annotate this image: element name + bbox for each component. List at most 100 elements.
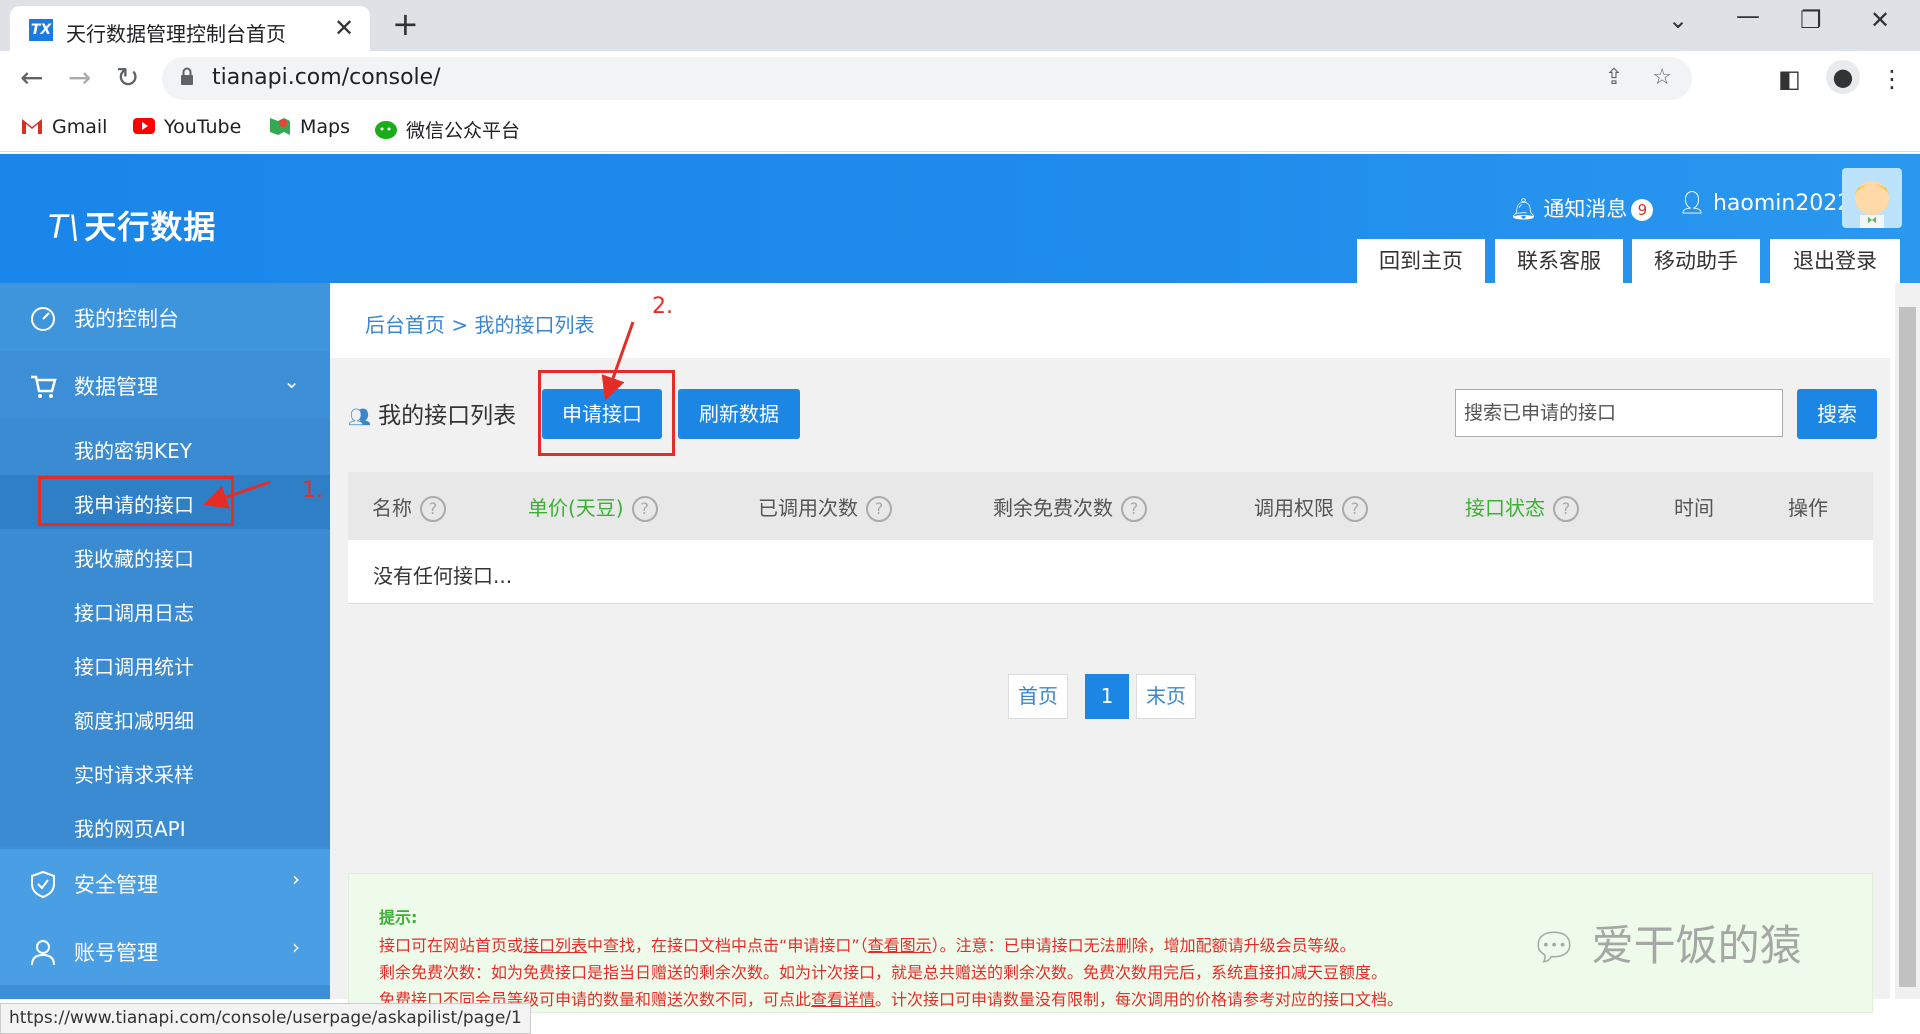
pagination-last[interactable]: 末页 bbox=[1136, 674, 1196, 719]
user-outline-icon bbox=[31, 940, 55, 966]
bookmark-star-icon[interactable]: ☆ bbox=[1652, 65, 1672, 90]
side-panel-icon[interactable]: ◧ bbox=[1778, 65, 1801, 93]
empty-table-message: 没有任何接口... bbox=[373, 564, 513, 588]
table-row: 没有任何接口... bbox=[348, 540, 1873, 604]
api-list-link[interactable]: 接口列表 bbox=[523, 936, 587, 955]
site-logo[interactable]: T\ 天行数据 bbox=[48, 202, 216, 248]
logout-button[interactable]: 退出登录 bbox=[1770, 239, 1900, 283]
sidebar-subitem-call-stats[interactable]: 接口调用统计 bbox=[0, 637, 330, 691]
minimize-icon[interactable]: — bbox=[1736, 2, 1760, 30]
restore-icon[interactable]: ❐ bbox=[1800, 6, 1822, 34]
profile-icon[interactable]: ● bbox=[1826, 60, 1860, 94]
tianapi-favicon-icon: TX bbox=[29, 19, 53, 41]
breadcrumb-bar: 后台首页 > 我的接口列表 bbox=[330, 283, 1890, 358]
tips-line-3: 免费接口不同会员等级可申请的数量和赠送次数不同，可点此查看详情。计次接口可申请数… bbox=[379, 986, 1403, 1010]
site-header: T\ 天行数据 🔔︎ 通知消息 9 👤︎ haomin2022 回到主页 联系客服 … bbox=[0, 154, 1920, 283]
help-icon[interactable]: ? bbox=[1342, 496, 1368, 522]
sidebar-subitem-api-key[interactable]: 我的密钥KEY bbox=[0, 421, 330, 475]
back-icon[interactable]: ← bbox=[20, 61, 43, 94]
window-close-icon[interactable]: ✕ bbox=[1870, 6, 1890, 34]
breadcrumb-home-link[interactable]: 后台首页 bbox=[365, 313, 445, 337]
sidebar-subitem-request-sampling[interactable]: 实时请求采样 bbox=[0, 745, 330, 799]
help-icon[interactable]: ? bbox=[866, 496, 892, 522]
pagination-page-1[interactable]: 1 bbox=[1085, 674, 1129, 719]
forward-icon[interactable]: → bbox=[68, 61, 91, 94]
bookmark-youtube[interactable]: YouTube bbox=[132, 116, 241, 138]
bookmark-gmail[interactable]: Gmail bbox=[20, 116, 107, 138]
bookmark-label: Gmail bbox=[52, 116, 108, 138]
sidebar-item-label: 安全管理 bbox=[74, 873, 158, 897]
help-icon[interactable]: ? bbox=[631, 496, 658, 522]
column-header-permission: 调用权限? bbox=[1254, 492, 1368, 522]
search-applied-apis-input[interactable] bbox=[1455, 389, 1783, 437]
menu-kebab-icon[interactable]: ⋮ bbox=[1880, 65, 1904, 93]
bookmark-maps[interactable]: Maps bbox=[268, 116, 350, 138]
browser-tab-strip: TX 天行数据管理控制台首页 ✕ + ⌄ — ❐ ✕ bbox=[0, 0, 1920, 51]
sidebar-item-data-management[interactable]: 数据管理 ⌄ bbox=[0, 351, 330, 419]
sidebar-subitem-web-api[interactable]: 我的网页API bbox=[0, 799, 330, 853]
logo-text: 天行数据 bbox=[84, 208, 217, 246]
column-label: 操作 bbox=[1788, 496, 1828, 520]
tips-text: 剩余免费次数：如为免费接口是指当日赠送的剩余次数。如为计次接口，就是总共赠送的剩… bbox=[379, 963, 1388, 982]
column-header-free-remaining: 剩余免费次数? bbox=[993, 492, 1147, 522]
share-icon[interactable]: ⇪ bbox=[1605, 65, 1623, 90]
tips-title: 提示: bbox=[379, 908, 418, 927]
column-header-name: 名称? bbox=[372, 492, 446, 522]
address-bar[interactable]: tianapi.com/console/ ⇪ ☆ bbox=[162, 57, 1692, 100]
tips-line-2: 剩余免费次数：如为免费接口是指当日赠送的剩余次数。如为计次接口，就是总共赠送的剩… bbox=[379, 959, 1387, 983]
sidebar-subitem-label: 我收藏的接口 bbox=[74, 547, 194, 571]
sidebar-subitem-quota-details[interactable]: 额度扣减明细 bbox=[0, 691, 330, 745]
sidebar-subitem-label: 我的密钥KEY bbox=[74, 439, 192, 463]
sidebar-item-label: 账号管理 bbox=[74, 941, 158, 965]
avatar-image bbox=[1855, 181, 1889, 228]
reload-icon[interactable]: ↻ bbox=[116, 61, 139, 94]
sidebar-subitem-favorite-apis[interactable]: 我收藏的接口 bbox=[0, 529, 330, 583]
refresh-data-button[interactable]: 刷新数据 bbox=[678, 389, 800, 439]
mobile-assistant-button[interactable]: 移动助手 bbox=[1632, 239, 1760, 283]
pagination-first[interactable]: 首页 bbox=[1008, 674, 1068, 719]
bookmark-wechat[interactable]: 微信公众平台 bbox=[374, 116, 520, 143]
view-details-link[interactable]: 查看详情 bbox=[811, 990, 875, 1009]
column-header-time: 时间 bbox=[1674, 492, 1714, 521]
annotation-box-apply bbox=[538, 370, 675, 456]
view-illustration-link[interactable]: 查看图示 bbox=[868, 936, 932, 955]
sidebar-subitem-label: 额度扣减明细 bbox=[74, 709, 194, 733]
sidebar-item-security[interactable]: 安全管理 › bbox=[0, 849, 330, 917]
column-label: 调用权限 bbox=[1254, 496, 1334, 520]
user-menu[interactable]: 👤︎ haomin2022 bbox=[1678, 191, 1851, 216]
help-icon[interactable]: ? bbox=[1121, 496, 1147, 522]
annotation-step-1: 1. bbox=[302, 478, 323, 503]
url-text: tianapi.com/console/ bbox=[212, 65, 441, 90]
tips-text: 。计次接口可申请数量没有限制，每次调用的价格请参考对应的接口文档。 bbox=[875, 990, 1404, 1009]
home-button[interactable]: 回到主页 bbox=[1357, 239, 1485, 283]
gmail-icon bbox=[22, 119, 42, 134]
help-icon[interactable]: ? bbox=[1553, 496, 1579, 522]
sidebar-item-dashboard[interactable]: 我的控制台 bbox=[0, 283, 330, 351]
table-header: 名称? 单价(天豆)? 已调用次数? 剩余免费次数? 调用权限? 接口状态? 时… bbox=[348, 472, 1873, 540]
sidebar: 我的控制台 数据管理 ⌄ 我的密钥KEY 我申请的接口 我收藏的接口 接口调用日… bbox=[0, 283, 330, 999]
dashboard-gauge-icon bbox=[31, 307, 55, 331]
help-icon[interactable]: ? bbox=[420, 496, 446, 522]
browser-tab[interactable]: TX 天行数据管理控制台首页 ✕ bbox=[10, 6, 370, 51]
annotation-step-2: 2. bbox=[652, 294, 673, 319]
sidebar-subitem-label: 我的网页API bbox=[74, 817, 186, 841]
column-header-status: 接口状态? bbox=[1465, 492, 1579, 522]
scrollbar-thumb[interactable] bbox=[1899, 307, 1916, 987]
tab-close-icon[interactable]: ✕ bbox=[334, 14, 354, 42]
chevron-right-icon: › bbox=[292, 867, 300, 891]
annotation-box-sidebar bbox=[38, 476, 234, 526]
new-tab-icon[interactable]: + bbox=[392, 8, 419, 40]
sidebar-subitem-label: 接口调用统计 bbox=[74, 655, 194, 679]
sidebar-item-account[interactable]: 账号管理 › bbox=[0, 917, 330, 985]
shield-icon bbox=[31, 870, 55, 899]
contact-support-button[interactable]: 联系客服 bbox=[1495, 239, 1623, 283]
column-header-actions: 操作 bbox=[1788, 492, 1828, 521]
search-button[interactable]: 搜索 bbox=[1797, 389, 1877, 439]
sidebar-subitem-call-log[interactable]: 接口调用日志 bbox=[0, 583, 330, 637]
avatar[interactable] bbox=[1842, 168, 1902, 228]
tab-title: 天行数据管理控制台首页 bbox=[66, 22, 286, 46]
column-label: 单价(天豆) bbox=[528, 496, 624, 520]
tab-search-chevron-icon[interactable]: ⌄ bbox=[1668, 6, 1688, 34]
breadcrumb-current-link[interactable]: 我的接口列表 bbox=[474, 313, 594, 337]
notifications-link[interactable]: 🔔︎ 通知消息 9 bbox=[1510, 193, 1654, 223]
